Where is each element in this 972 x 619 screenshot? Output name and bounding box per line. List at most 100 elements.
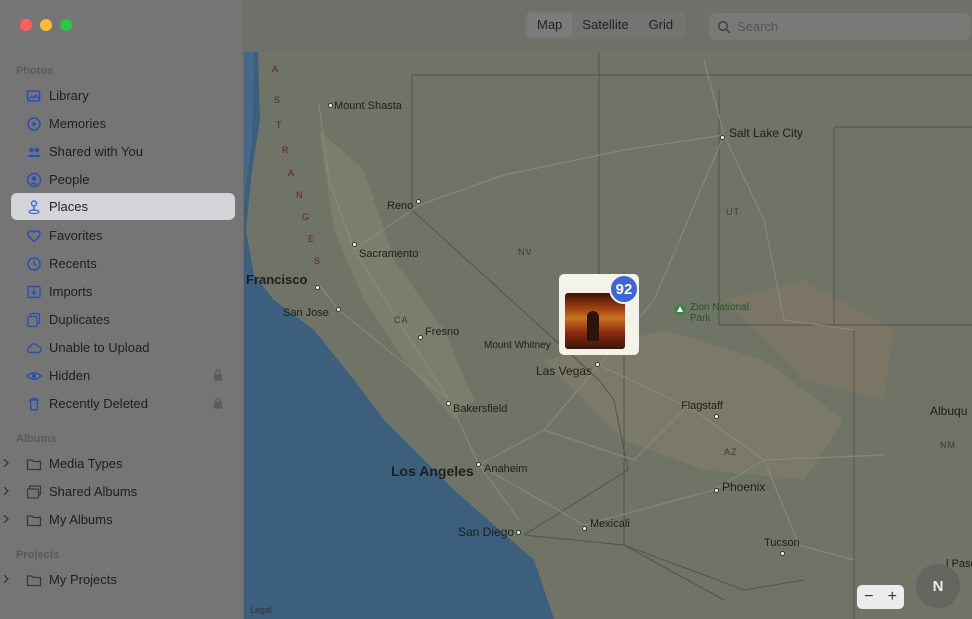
map-dot [714,414,719,419]
map-dot [328,103,333,108]
trash-icon [25,395,42,412]
map-label-san-diego: San Diego [458,525,515,539]
legal-link[interactable]: Legal [250,605,272,615]
sidebar-item-label: Unable to Upload [49,340,150,355]
folder-icon [25,455,42,472]
places-icon [25,198,42,215]
tab-map[interactable]: Map [527,13,573,37]
search-input[interactable] [737,19,957,34]
chevron-right-icon[interactable] [2,514,10,524]
park-icon [674,304,686,316]
map-dot [476,462,481,467]
sidebar-item-recents[interactable]: Recents [11,250,235,277]
chevron-right-icon[interactable] [2,574,10,584]
sidebar-item-library[interactable]: Library [11,82,235,109]
map-label-albuquerque: Albuqu [930,404,968,418]
sidebar-item-media-types[interactable]: Media Types [3,450,235,477]
map-label-los-angeles: Los Angeles [391,463,474,479]
map-label-range: T [276,120,284,130]
duplicates-icon [25,311,42,328]
sidebar-item-label: Library [49,88,89,103]
compass-button[interactable]: N [916,564,960,608]
tab-grid[interactable]: Grid [639,13,684,37]
sidebar-item-label: People [49,172,90,187]
map-label-state-nm: NM [940,440,956,450]
map-label-phoenix: Phoenix [722,480,766,494]
view-mode-segmented-control: Map Satellite Grid [525,11,686,39]
map-label-francisco: Francisco [246,272,308,287]
map-dot [416,199,421,204]
map-label-mount-shasta: Mount Shasta [334,100,402,112]
cloud-icon [25,339,42,356]
map-label-salt-lake-city: Salt Lake City [729,126,804,140]
map-dot [595,362,600,367]
clock-icon [25,255,42,272]
map-label-anaheim: Anaheim [484,463,528,475]
sidebar-item-recently-deleted[interactable]: Recently Deleted [11,390,235,417]
sidebar-item-shared-albums[interactable]: Shared Albums [3,478,235,505]
sidebar-item-favorites[interactable]: Favorites [11,222,235,249]
sidebar-item-memories[interactable]: Memories [11,110,235,137]
map-dot [780,551,785,556]
map-label-state-ca: CA [394,315,409,325]
map-label-range: R [282,145,291,155]
sidebar-item-duplicates[interactable]: Duplicates [11,306,235,333]
sidebar-item-label: Imports [49,284,93,299]
map-label-state-az: AZ [724,447,738,457]
map-label-range: S [274,95,283,105]
heart-icon [25,227,42,244]
lock-icon [214,397,222,409]
map-label-state-ut: UT [726,207,740,217]
toolbar: Map Satellite Grid [244,0,972,52]
tab-satellite[interactable]: Satellite [572,13,638,37]
sidebar-item-label: My Albums [49,512,113,527]
map-label-range: A [272,64,281,74]
sidebar-item-places[interactable]: Places [11,193,235,220]
minimize-button[interactable] [40,19,52,31]
search-icon [717,20,731,33]
sidebar-item-people[interactable]: People [11,166,235,193]
sidebar-item-my-albums[interactable]: My Albums [3,506,235,533]
map-dot [418,335,423,340]
map-label-range: S [314,256,323,266]
folder-icon [25,511,42,528]
sidebar-item-label: Hidden [49,368,91,383]
sidebar-item-label: My Projects [49,572,117,587]
sidebar-item-unable-to-upload[interactable]: Unable to Upload [11,334,235,361]
photo-count-badge: 92 [609,274,639,304]
zoom-control: − + [857,585,904,609]
sidebar-item-label: Recently Deleted [49,396,148,411]
close-button[interactable] [20,19,32,31]
imports-icon [25,283,42,300]
map-label-range: A [288,168,297,178]
map-label-las-vegas: Las Vegas [536,364,593,378]
map-label-range: N [296,190,305,200]
sidebar-item-my-projects[interactable]: My Projects [3,566,235,593]
sidebar-item-label: Memories [49,116,107,131]
zoom-in-button[interactable]: + [888,588,897,606]
map-dot [516,530,521,535]
sidebar-item-label: Media Types [49,456,123,471]
chevron-right-icon[interactable] [2,486,10,496]
map-label-range: G [302,212,312,222]
map-label-bakersfield: Bakersfield [453,403,508,415]
sidebar-item-imports[interactable]: Imports [11,278,235,305]
chevron-right-icon[interactable] [2,458,10,468]
map-dot [336,307,341,312]
map-dot [446,401,451,406]
zoom-button[interactable] [60,19,72,31]
library-icon [25,87,42,104]
zoom-out-button[interactable]: − [864,588,873,606]
map-label-reno: Reno [387,200,414,212]
map-label-mexicali: Mexicali [590,518,630,530]
map-dot [720,135,725,140]
sidebar-item-label: Shared Albums [49,484,138,499]
section-title-albums: Albums [16,433,57,445]
sidebar-item-hidden[interactable]: Hidden [11,362,235,389]
map-label-san-jose: San Jose [283,307,329,319]
sidebar-item-label: Places [49,199,89,214]
map-label-flagstaff: Flagstaff [681,400,723,412]
places-map[interactable]: A S T R A N G E S Mount Shasta Salt Lake… [244,0,972,619]
sidebar-item-shared-with-you[interactable]: Shared with You [11,138,235,165]
section-title-projects: Projects [16,549,60,561]
